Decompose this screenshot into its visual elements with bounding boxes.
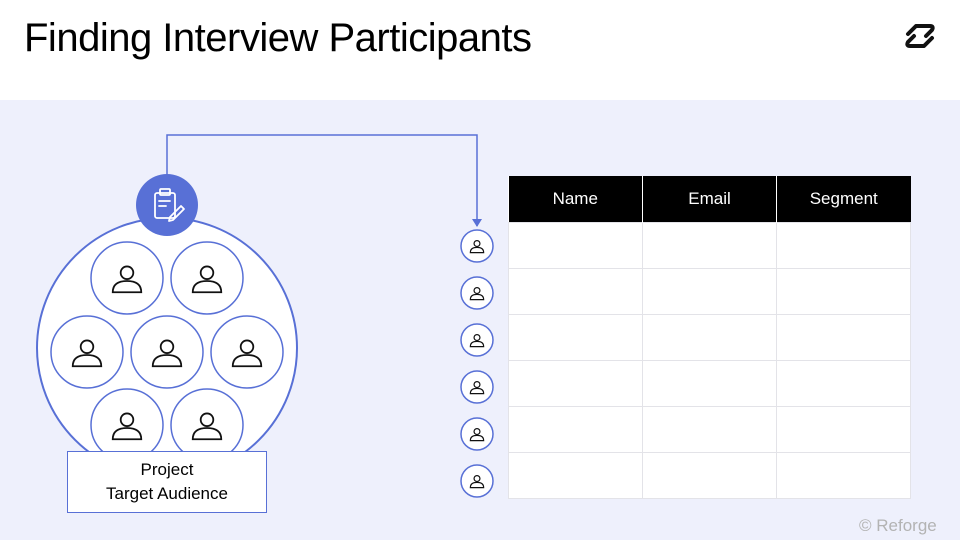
- cell-name: [508, 314, 643, 361]
- table-row: [508, 222, 911, 269]
- table-row: [508, 314, 911, 361]
- row-person: [460, 276, 494, 310]
- audience-person: [50, 315, 124, 389]
- audience-label-line2: Target Audience: [106, 484, 228, 503]
- audience-person: [130, 315, 204, 389]
- cell-name: [508, 222, 643, 269]
- participants-table: Name Email Segment: [508, 176, 911, 499]
- cell-name: [508, 452, 643, 499]
- audience-person: [210, 315, 284, 389]
- table-row: [508, 406, 911, 453]
- clipboard-badge: [136, 174, 198, 236]
- cell-name: [508, 406, 643, 453]
- column-header-name: Name: [508, 176, 643, 223]
- cell-name: [508, 360, 643, 407]
- cell-segment: [776, 314, 911, 361]
- cell-segment: [776, 406, 911, 453]
- cell-email: [642, 222, 777, 269]
- row-person: [460, 229, 494, 263]
- row-person: [460, 464, 494, 498]
- table-row: [508, 360, 911, 407]
- column-header-email: Email: [642, 176, 777, 223]
- audience-person: [90, 241, 164, 315]
- table-header-row: Name Email Segment: [508, 176, 911, 223]
- connector-line: [166, 134, 478, 226]
- cell-segment: [776, 222, 911, 269]
- cell-segment: [776, 452, 911, 499]
- cell-email: [642, 314, 777, 361]
- cell-email: [642, 360, 777, 407]
- copyright-credit: © Reforge: [859, 516, 937, 535]
- cell-name: [508, 268, 643, 315]
- cell-email: [642, 452, 777, 499]
- row-person: [460, 323, 494, 357]
- table-row: [508, 452, 911, 499]
- row-person: [460, 417, 494, 451]
- cell-email: [642, 406, 777, 453]
- table-body: [508, 222, 911, 499]
- cell-segment: [776, 268, 911, 315]
- table-row: [508, 268, 911, 315]
- cell-email: [642, 268, 777, 315]
- column-header-segment: Segment: [776, 176, 911, 223]
- connector-arrowhead: [472, 219, 482, 227]
- row-person: [460, 370, 494, 404]
- audience-person: [170, 241, 244, 315]
- audience-label-line1: Project: [140, 460, 194, 479]
- audience-label: Project Target Audience: [67, 451, 267, 513]
- cell-segment: [776, 360, 911, 407]
- row-people: [460, 229, 494, 498]
